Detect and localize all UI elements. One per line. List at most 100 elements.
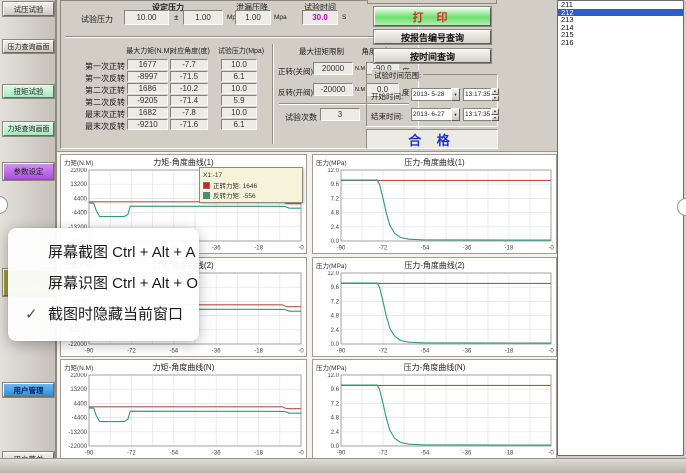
reverse-torque-limit-field[interactable]: -20000 xyxy=(313,83,353,96)
row-label: 最末次正转 xyxy=(65,109,125,120)
svg-text:-22000: -22000 xyxy=(68,444,87,450)
tolerance-field[interactable]: 1.00 xyxy=(183,10,223,25)
pressure-angle-chart-1: 压力(MPa) 压力-角度曲线(1) 12.09.67.24.82.40.0-9… xyxy=(312,154,557,254)
svg-text:-72: -72 xyxy=(127,349,136,355)
menu-item-hide-window-toggle[interactable]: ✓截图时隐藏当前窗口 xyxy=(8,299,199,330)
row-label: 第二次反转 xyxy=(65,97,125,108)
svg-text:-18: -18 xyxy=(254,451,263,457)
svg-text:-54: -54 xyxy=(421,246,430,252)
chevron-down-icon[interactable]: ▼ xyxy=(451,108,460,121)
cursor-readout: X1:-17 xyxy=(203,170,299,180)
table-cell: -9210 xyxy=(127,119,168,130)
svg-text:-72: -72 xyxy=(379,451,388,457)
svg-text:-36: -36 xyxy=(212,246,221,252)
reverse-torque-readout: 反转力矩: -556 xyxy=(213,190,256,200)
sidebar-item-user-management[interactable]: 用户管理 xyxy=(3,383,54,397)
pressure-angle-chart-n: 压力(MPa) 压力-角度曲线(N) 12.09.67.24.82.40.0-9… xyxy=(312,359,557,459)
pressure-chart-plot: 12.09.67.24.82.40.0-90-72-54-36-18-0 xyxy=(313,271,556,355)
svg-text:-54: -54 xyxy=(421,451,430,457)
svg-text:-18: -18 xyxy=(505,349,514,355)
svg-text:4400: 4400 xyxy=(74,401,88,407)
chart-title: 压力-角度曲线(1) xyxy=(313,155,556,168)
table-cell: 5.9 xyxy=(221,95,257,106)
start-time-spinner[interactable]: 13:17:35 ▲ ▼ xyxy=(463,88,499,101)
sidebar-item-pressure-query[interactable]: 压力查询画面 xyxy=(3,40,54,53)
print-button[interactable]: 打 印 xyxy=(374,7,491,26)
svg-text:-36: -36 xyxy=(463,349,472,355)
chart-title: 压力-角度曲线(2) xyxy=(313,258,556,271)
forward-torque-limit-field[interactable]: 20000 xyxy=(313,62,353,75)
table-cell: 1677 xyxy=(127,59,168,70)
svg-text:-36: -36 xyxy=(212,451,221,457)
chart-cursor-tooltip: X1:-17 正转力矩: 1646 反转力矩: -556 xyxy=(199,167,303,203)
list-item[interactable]: 213 xyxy=(558,16,683,24)
end-time-spinner[interactable]: 13:17:35 ▲ ▼ xyxy=(463,108,499,121)
torque-limit-header: 最大扭矩限制 xyxy=(284,46,359,57)
end-date-picker[interactable]: 2013- 6-27 ▼ xyxy=(411,108,460,121)
svg-text:22000: 22000 xyxy=(70,168,87,174)
leak-drop-field[interactable]: 1.00 xyxy=(235,10,271,25)
forward-torque-readout: 正转力矩: 1646 xyxy=(213,180,257,190)
svg-text:9.6: 9.6 xyxy=(331,182,340,188)
list-item[interactable]: 216 xyxy=(558,39,683,47)
svg-text:-18: -18 xyxy=(505,451,514,457)
y-axis-label: 压力(MPa) xyxy=(316,362,347,372)
query-by-time-button[interactable]: 按时间查询 xyxy=(374,49,491,63)
list-item[interactable]: 214 xyxy=(558,24,683,32)
chevron-down-icon[interactable]: ▼ xyxy=(451,88,460,101)
sidebar-item-torque-test[interactable]: 扭矩试验 xyxy=(3,85,54,98)
svg-text:4.8: 4.8 xyxy=(331,314,340,320)
pressure-chart-plot: 12.09.67.24.82.40.0-90-72-54-36-18-0 xyxy=(313,373,556,457)
table-cell: 6.1 xyxy=(221,71,257,82)
row-label: 最末次反转 xyxy=(65,121,125,132)
svg-text:-36: -36 xyxy=(463,246,472,252)
screenshot-context-menu: 屏幕截图 Ctrl + Alt + A 屏幕识图 Ctrl + Alt + O … xyxy=(8,228,199,341)
svg-text:13200: 13200 xyxy=(70,182,87,188)
start-time-value[interactable]: 13:17:35 xyxy=(463,88,491,101)
svg-text:-4400: -4400 xyxy=(72,416,88,422)
svg-text:-90: -90 xyxy=(85,349,94,355)
table-cell: -71.5 xyxy=(170,71,208,82)
divider xyxy=(272,44,274,144)
sidebar-item-torque-query[interactable]: 力矩查询画面 xyxy=(3,122,54,136)
query-by-report-button[interactable]: 按报告编号查询 xyxy=(374,30,491,44)
svg-text:-72: -72 xyxy=(379,349,388,355)
table-cell: -71.6 xyxy=(170,119,208,130)
pressure-angle-chart-2: 压力(MPa) 压力-角度曲线(2) 12.09.67.24.82.40.0-9… xyxy=(312,257,557,357)
list-item[interactable]: 212 xyxy=(558,9,683,17)
y-axis-label: 压力(MPa) xyxy=(316,157,347,167)
start-date-value[interactable]: 2013- 5-28 xyxy=(411,88,451,101)
seconds-unit: S xyxy=(342,14,346,21)
menu-item-screen-capture[interactable]: 屏幕截图 Ctrl + Alt + A xyxy=(8,237,199,268)
svg-text:-54: -54 xyxy=(169,451,178,457)
svg-text:-90: -90 xyxy=(337,246,346,252)
svg-text:-54: -54 xyxy=(421,349,430,355)
sidebar-item-pressure-test[interactable]: 试压试验 xyxy=(3,2,54,16)
spin-down-icon[interactable]: ▼ xyxy=(491,95,499,102)
table-cell: 10.0 xyxy=(221,83,257,94)
list-item[interactable]: 211 xyxy=(558,1,683,9)
chart-title: 力矩-角度曲线(N) xyxy=(61,360,306,373)
spin-down-icon[interactable]: ▼ xyxy=(491,115,499,122)
report-number-list[interactable]: 211 212 213 214 215 216 xyxy=(557,0,684,456)
svg-text:-54: -54 xyxy=(169,349,178,355)
test-time-field[interactable]: 30.0 xyxy=(302,10,338,25)
test-count-field[interactable]: 3 xyxy=(320,108,360,121)
end-date-value[interactable]: 2013- 6-27 xyxy=(411,108,451,121)
reverse-series-chip xyxy=(203,192,210,199)
svg-text:12.0: 12.0 xyxy=(327,168,339,174)
pressure-chart-plot: 12.09.67.24.82.40.0-90-72-54-36-18-0 xyxy=(313,168,556,252)
list-item[interactable]: 215 xyxy=(558,31,683,39)
svg-text:-0: -0 xyxy=(548,451,554,457)
y-axis-label: 压力(MPa) xyxy=(316,260,347,270)
svg-text:-72: -72 xyxy=(127,451,136,457)
start-date-picker[interactable]: 2013- 5-28 ▼ xyxy=(411,88,460,101)
end-time-value[interactable]: 13:17:35 xyxy=(463,108,491,121)
forward-close-label: 正转(关阀) xyxy=(278,66,313,77)
sidebar-item-parameter-settings[interactable]: 参数设定 xyxy=(3,163,54,180)
test-pressure-label: 试验压力 xyxy=(81,14,113,25)
svg-text:-18: -18 xyxy=(505,246,514,252)
test-pressure-field[interactable]: 10.00 xyxy=(124,10,169,25)
table-cell: 1682 xyxy=(127,107,168,118)
menu-item-screen-ocr[interactable]: 屏幕识图 Ctrl + Alt + O xyxy=(8,268,199,299)
